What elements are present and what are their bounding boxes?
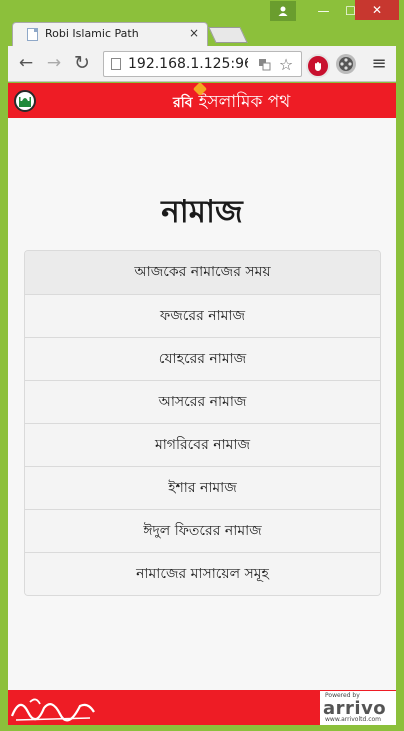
- page-icon: [111, 58, 121, 70]
- browser-tab[interactable]: Robi Islamic Path ×: [12, 22, 208, 46]
- film-reel-icon[interactable]: [336, 54, 356, 74]
- brand-robi-logo: রবি: [173, 95, 193, 111]
- powered-by-badge[interactable]: Powered by arrivo www.arrivoltd.com: [320, 691, 396, 725]
- url-text[interactable]: 192.168.1.125:96,: [128, 56, 248, 72]
- new-tab-button[interactable]: [208, 27, 248, 43]
- page-title: নামাজ: [161, 194, 243, 230]
- address-bar[interactable]: 192.168.1.125:96, ☆: [103, 51, 302, 77]
- list-item-asr[interactable]: আসরের নামাজ: [25, 380, 380, 423]
- list-item-isha[interactable]: ইশার নামাজ: [25, 466, 380, 509]
- mosque-icon[interactable]: [14, 90, 36, 112]
- list-item-namaz-masayel[interactable]: নামাজের মাসায়েল সমূহ: [25, 552, 380, 595]
- user-profile-icon[interactable]: [270, 1, 296, 21]
- adblock-icon[interactable]: [306, 54, 330, 78]
- reload-button[interactable]: ↻: [72, 52, 92, 74]
- tab-close-icon[interactable]: ×: [189, 26, 199, 40]
- browser-toolbar: ← → ↻ 192.168.1.125:96, ☆ ≡: [8, 46, 396, 82]
- forward-button[interactable]: →: [44, 53, 64, 73]
- close-window-button[interactable]: ✕: [355, 0, 399, 20]
- bookmark-star-icon[interactable]: ☆: [278, 55, 294, 74]
- namaz-menu-list: আজকের নামাজের সময় ফজরের নামাজ যোহরের না…: [24, 250, 381, 596]
- site-brand[interactable]: রবি ইসলামিক পথ: [173, 83, 291, 117]
- list-item-todays-prayer-time[interactable]: আজকের নামাজের সময়: [25, 251, 380, 294]
- brand-title: ইসলামিক পথ: [198, 92, 291, 112]
- translate-icon[interactable]: [256, 56, 272, 72]
- list-item-eid-ul-fitr[interactable]: ঈদুল ফিতরের নামাজ: [25, 509, 380, 552]
- tab-title: Robi Islamic Path: [45, 27, 139, 40]
- back-button[interactable]: ←: [16, 53, 36, 73]
- arrivo-url: www.arrivoltd.com: [325, 716, 382, 723]
- list-item-zuhr[interactable]: যোহরের নামাজ: [25, 337, 380, 380]
- chrome-menu-icon[interactable]: ≡: [369, 53, 389, 74]
- site-footer: Powered by arrivo www.arrivoltd.com: [8, 690, 396, 725]
- list-item-fajr[interactable]: ফজরের নামাজ: [25, 294, 380, 337]
- minimize-button[interactable]: —: [310, 1, 337, 21]
- page-content: রবি ইসলামিক পথ নামাজ আজকের নামাজের সময় …: [8, 83, 396, 725]
- site-header: রবি ইসলামিক পথ: [8, 83, 396, 118]
- footer-calligraphy-logo: [10, 694, 96, 725]
- list-item-maghrib[interactable]: মাগরিবের নামাজ: [25, 423, 380, 466]
- page-favicon-icon: [27, 28, 38, 41]
